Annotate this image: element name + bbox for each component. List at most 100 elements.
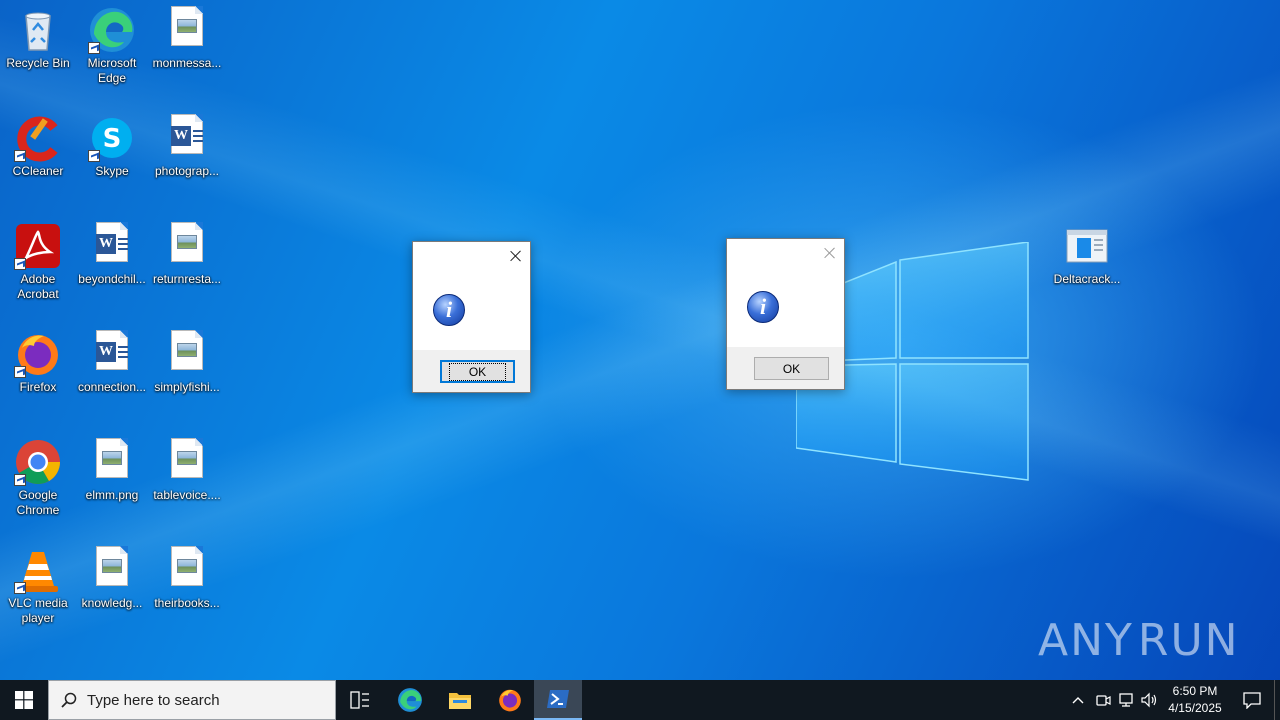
desktop-icon-elmm-png[interactable]: elmm.png [74,438,150,503]
message-box-dialog[interactable]: i OK [726,238,845,390]
desktop-icon-label: monmessa... [152,56,222,70]
desktop-icon-firefox[interactable]: Firefox [0,330,76,395]
word-doc-icon: W [88,222,136,270]
desktop-icon-recycle-bin[interactable]: Recycle Bin [0,6,76,71]
taskbar-powershell[interactable] [534,680,582,720]
ok-button[interactable]: OK [754,357,829,380]
desktop-icon-label: CCleaner [12,164,64,178]
image-file-icon [163,330,211,378]
desktop-icon-label: theirbooks... [154,596,220,610]
desktop-icon-label: VLC media player [8,596,68,625]
taskbar-edge[interactable] [386,680,434,720]
image-file-icon [163,546,211,594]
desktop-icon-microsoft-edge[interactable]: Microsoft Edge [74,6,150,86]
edge-icon [398,688,422,712]
desktop-icon-label: simplyfishi... [154,380,220,394]
desktop-icon-label: tablevoice.... [153,488,221,502]
tray-volume-icon[interactable] [1140,690,1160,710]
image-file-icon [163,6,211,54]
image-file-icon [88,546,136,594]
desktop-icon-label: Skype [95,164,129,178]
info-icon: i [433,294,465,326]
desktop-icon-vlc[interactable]: VLC media player [0,546,76,626]
watermark-text-right: RUN [1137,614,1240,666]
task-view-button[interactable] [336,680,384,720]
chrome-icon [14,438,62,486]
dialog-footer: OK [727,347,844,389]
shortcut-arrow-icon [14,366,26,378]
app-window-icon [1063,222,1111,270]
shortcut-arrow-icon [14,474,26,486]
skype-icon: S [88,114,136,162]
close-icon[interactable] [822,245,838,261]
desktop-icon-label: Microsoft Edge [87,56,137,85]
action-center-button[interactable] [1232,680,1272,720]
windows-start-icon [15,691,33,709]
recycle-bin-icon [14,6,62,54]
edge-icon [88,6,136,54]
shortcut-arrow-icon [88,42,100,54]
desktop-icon-label: beyondchil... [78,272,146,286]
desktop-icon-label: Recycle Bin [6,56,70,70]
tray-network-icon[interactable] [1116,690,1136,710]
desktop-icon-photograp[interactable]: W photograp... [149,114,225,179]
word-doc-icon: W [163,114,211,162]
ok-button[interactable]: OK [440,360,515,383]
ok-button-label: OK [782,361,801,376]
desktop-icon-tablevoice[interactable]: tablevoice.... [149,438,225,503]
firefox-icon [14,330,62,378]
desktop-icon-ccleaner[interactable]: CCleaner [0,114,76,179]
desktop-icon-monmessa[interactable]: monmessa... [149,6,225,71]
shortcut-arrow-icon [14,258,26,270]
shortcut-arrow-icon [14,582,26,594]
taskbar-firefox[interactable] [486,680,534,720]
desktop-icon-label: Google Chrome [16,488,60,517]
message-box-dialog[interactable]: i OK [412,241,531,393]
task-view-icon [350,691,369,709]
vlc-icon [14,546,62,594]
search-icon [61,692,77,708]
folder-icon [449,693,471,709]
desktop-icon-beyondchil[interactable]: W beyondchil... [74,222,150,287]
desktop-icon-label: connection... [77,380,147,394]
search-box[interactable]: Type here to search [48,680,336,720]
tray-chevron-up-icon[interactable] [1068,690,1088,710]
start-button[interactable] [0,680,48,720]
watermark-text-left: ANY [1038,614,1134,666]
close-icon[interactable] [508,248,524,264]
taskbar-clock[interactable]: 6:50 PM 4/15/2025 [1160,683,1230,717]
desktop-icon-label: Deltacrack... [1053,272,1121,286]
desktop-icon-deltacrack[interactable]: Deltacrack... [1049,222,1125,287]
ok-button-label: OK [448,362,507,381]
ccleaner-icon [14,114,62,162]
tray-meet-icon[interactable] [1093,690,1113,710]
anyrun-watermark: ANY RUN [1038,608,1238,672]
desktop-icon-label: knowledg... [81,596,143,610]
desktop-icon-adobe-acrobat[interactable]: Adobe Acrobat [0,222,76,302]
desktop-icon-theirbooks[interactable]: theirbooks... [149,546,225,611]
desktop-icon-skype[interactable]: S Skype [74,114,150,179]
taskbar: Type here to search 6:50 PM 4/15/2025 [0,680,1280,720]
desktop-icon-google-chrome[interactable]: Google Chrome [0,438,76,518]
taskbar-file-explorer[interactable] [436,680,484,720]
image-file-icon [88,438,136,486]
image-file-icon [163,438,211,486]
desktop-icon-label: returnresta... [152,272,222,286]
svg-text:S: S [103,124,122,154]
shortcut-arrow-icon [88,150,100,162]
desktop-icon-returnresta[interactable]: returnresta... [149,222,225,287]
desktop-icon-simplyfishi[interactable]: simplyfishi... [149,330,225,395]
desktop-icon-connection[interactable]: W connection... [74,330,150,395]
notification-icon [1243,692,1261,709]
info-icon: i [747,291,779,323]
search-placeholder: Type here to search [87,691,220,709]
powershell-icon [547,690,569,708]
word-doc-icon: W [88,330,136,378]
clock-date: 4/15/2025 [1168,701,1222,715]
acrobat-icon [14,222,62,270]
desktop-icon-knowledg[interactable]: knowledg... [74,546,150,611]
show-desktop-button[interactable] [1274,680,1280,720]
shortcut-arrow-icon [14,150,26,162]
desktop-icon-label: photograp... [154,164,220,178]
firefox-icon [499,689,521,712]
